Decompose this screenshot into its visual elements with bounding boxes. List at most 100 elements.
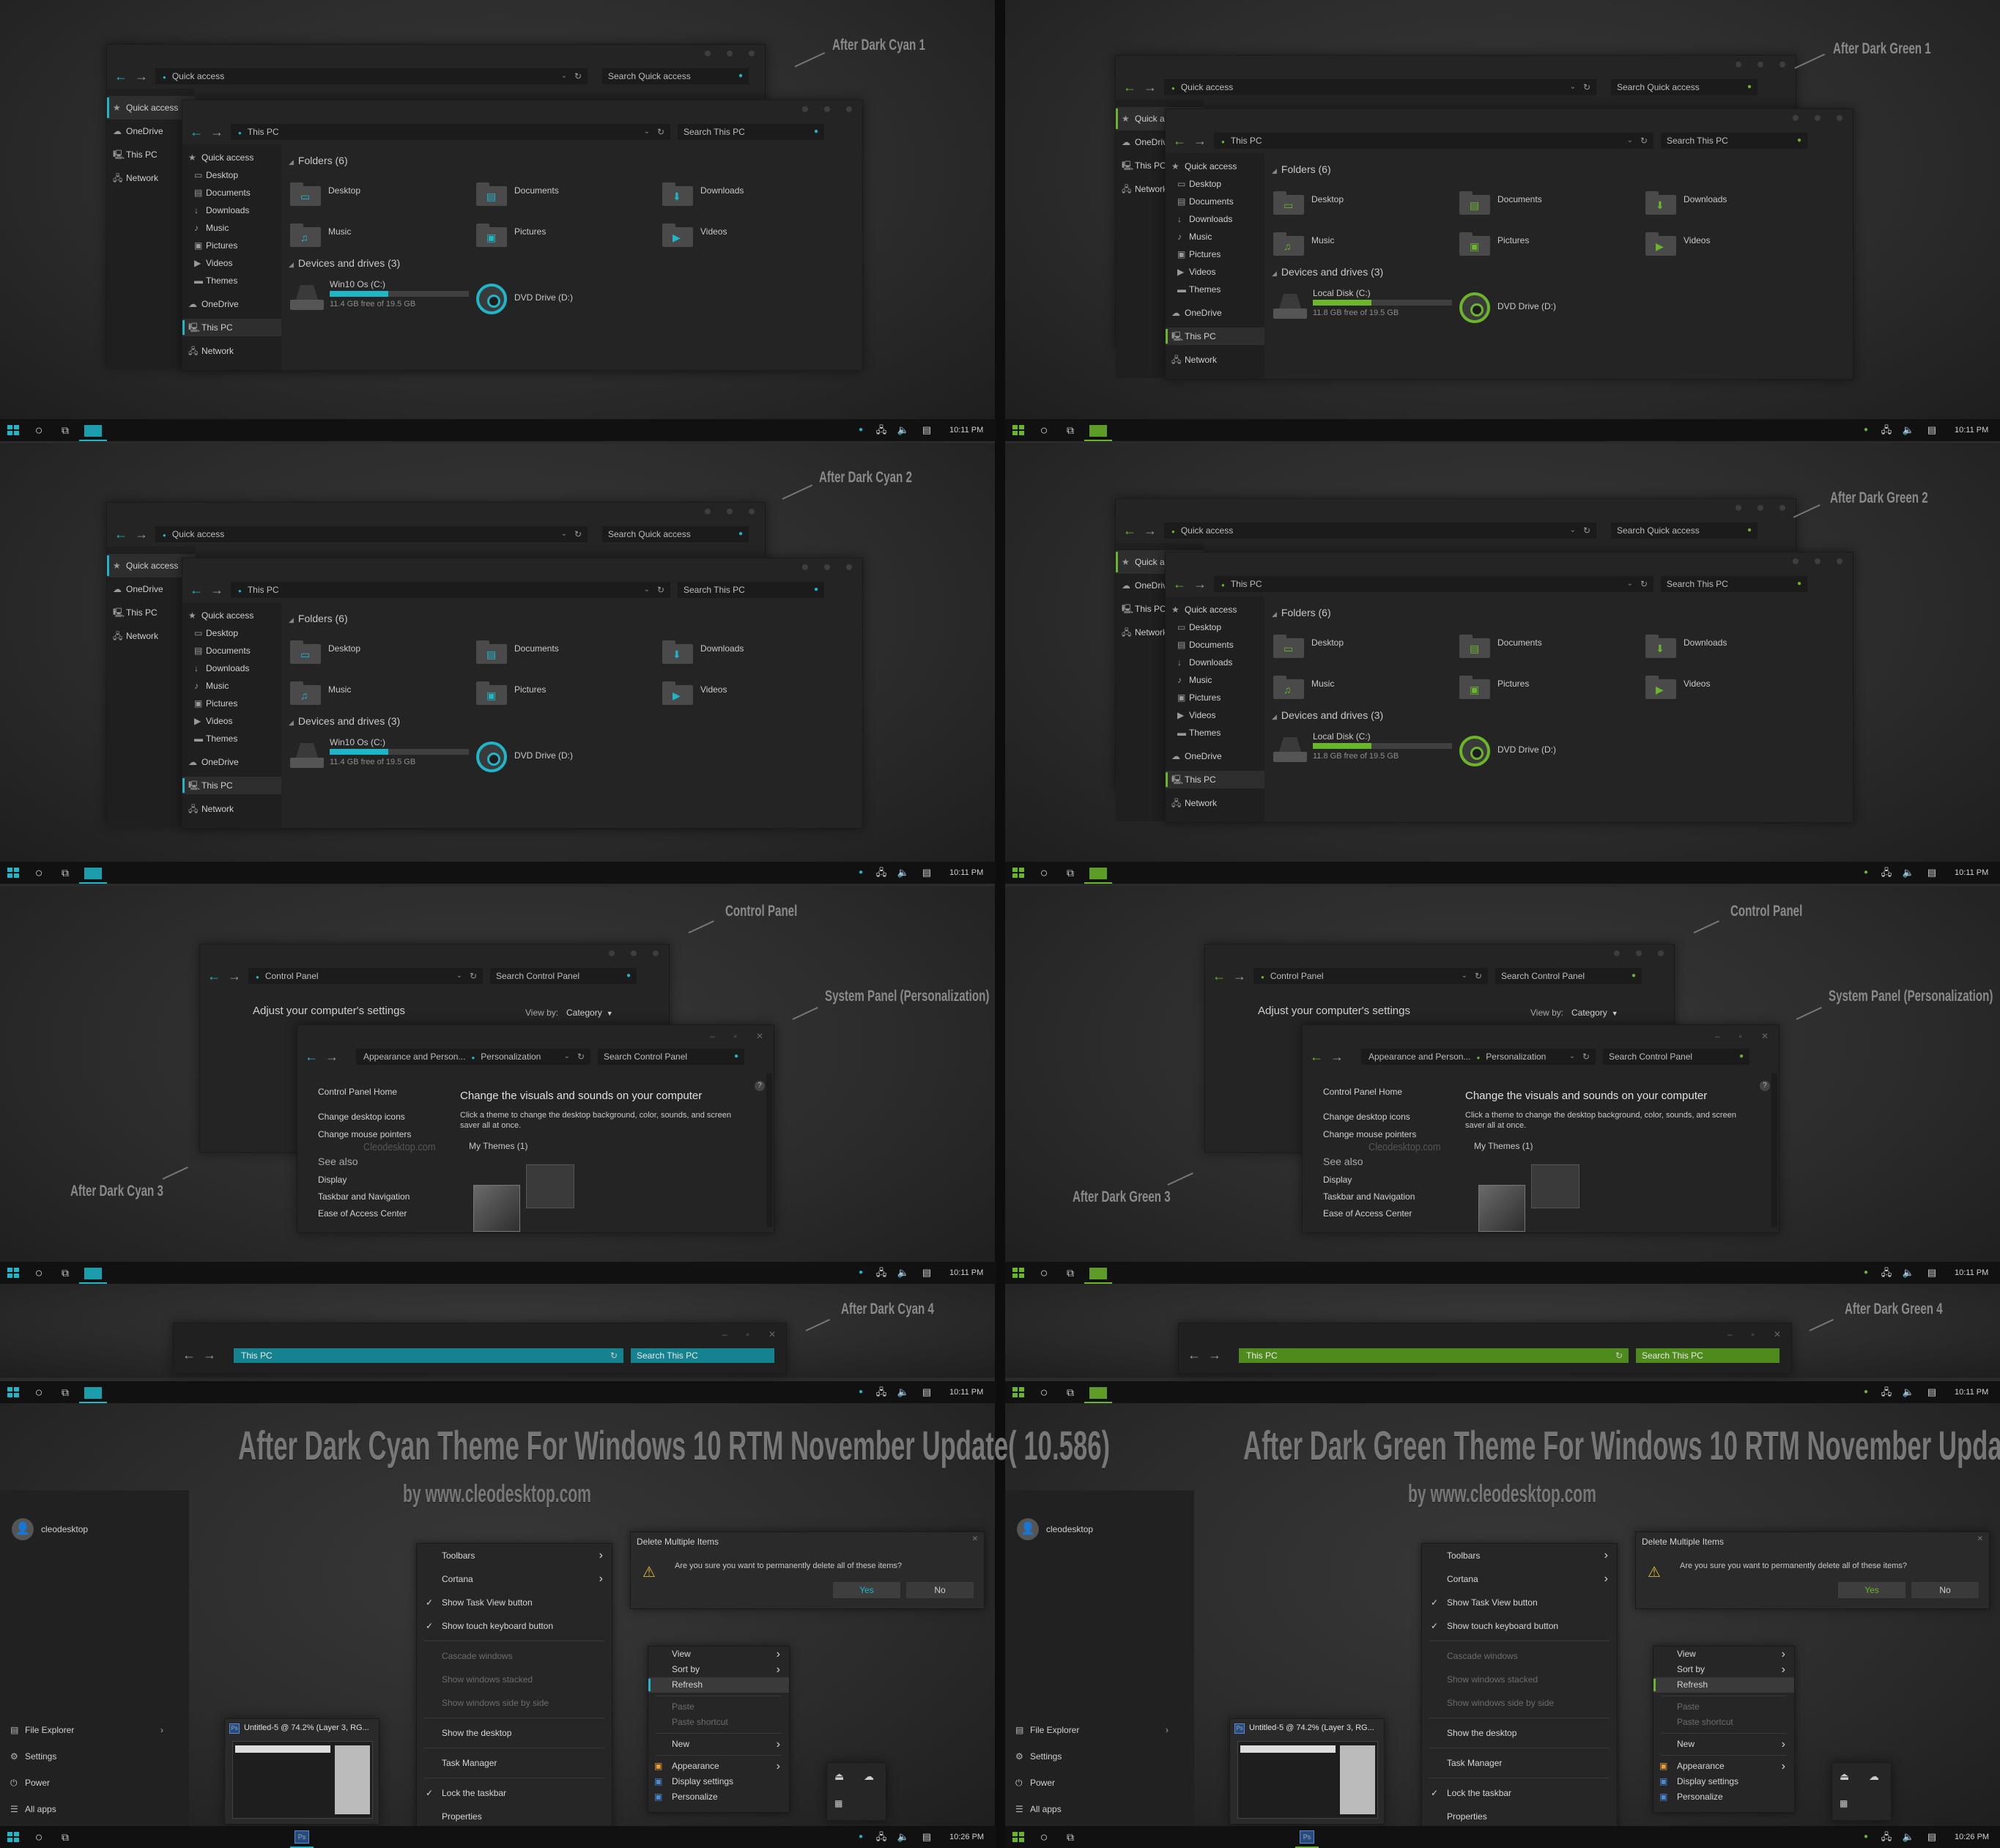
scrollbar[interactable]: [766, 1073, 772, 1227]
back-arrow-icon[interactable]: ←: [1212, 964, 1226, 988]
minimize-button[interactable]: –: [722, 1329, 727, 1339]
usb-icon[interactable]: ⏏: [1840, 1770, 1849, 1783]
maximize-button[interactable]: [824, 564, 830, 570]
maximize-button[interactable]: ▫: [1752, 1329, 1755, 1339]
file-explorer-taskbar-icon[interactable]: [1084, 1262, 1112, 1284]
nav-item-onedrive[interactable]: ☁ OneDrive: [182, 295, 281, 313]
menu-item-show-windows-stacked[interactable]: Show windows stacked: [1422, 1668, 1617, 1691]
menu-item-refresh[interactable]: Refresh: [1653, 1677, 1794, 1693]
menu-item-appearance[interactable]: ▣ Appearance ›: [1653, 1759, 1794, 1774]
folder-videos[interactable]: ▶ Videos: [662, 221, 845, 253]
chevron-down-icon[interactable]: ⌄: [1570, 522, 1576, 539]
menu-item-paste[interactable]: Paste: [1653, 1699, 1794, 1715]
network-icon[interactable]: 🖧: [1875, 1381, 1897, 1403]
no-button[interactable]: No: [1911, 1582, 1979, 1598]
address-bar[interactable]: ● Control Panel ⌄ ↻: [1253, 968, 1488, 984]
personalization-window[interactable]: – ▫ ✕ ← → Appearance and Person... ● Personaliz…: [297, 1024, 774, 1233]
minimize-button[interactable]: –: [1715, 1031, 1720, 1041]
folder-documents[interactable]: ▤ Documents: [476, 180, 659, 212]
close-button[interactable]: ✕: [756, 1031, 763, 1041]
volume-icon[interactable]: 🔈: [892, 1826, 914, 1848]
task-view-icon[interactable]: ⧉: [1059, 1381, 1081, 1403]
side-link[interactable]: Change desktop icons: [318, 1112, 405, 1122]
collapse-triangle-icon[interactable]: ◢: [1272, 610, 1277, 618]
network-icon[interactable]: 🖧: [1875, 862, 1897, 884]
folders-section-header[interactable]: ◢ Folders (6): [289, 155, 348, 166]
task-view-icon[interactable]: ⧉: [1059, 862, 1081, 884]
clock[interactable]: 10:26 PM: [949, 1826, 984, 1848]
chevron-down-icon[interactable]: ⌄: [1627, 133, 1633, 149]
taskbar[interactable]: ○ ⧉ ● 🖧 🔈 ▤ 10:11 PM: [0, 1381, 996, 1403]
chevron-up-icon[interactable]: ●: [850, 1262, 872, 1284]
start-windows-icon[interactable]: [1012, 1387, 1024, 1397]
collapse-triangle-icon[interactable]: ◢: [289, 261, 294, 268]
menu-item-refresh[interactable]: Refresh: [648, 1677, 789, 1693]
search-input[interactable]: Search Control Panel ●: [1495, 968, 1642, 984]
nav-item-this-pc[interactable]: 🖳 This PC: [1166, 771, 1264, 788]
nav-item-videos[interactable]: ▶ Videos: [182, 712, 281, 730]
clock[interactable]: 10:11 PM: [1955, 1262, 1988, 1284]
breadcrumb-item[interactable]: Appearance and Person...: [363, 1051, 465, 1062]
action-center-icon[interactable]: ▤: [1921, 862, 1943, 884]
address-bar[interactable]: ● Quick access ⌄ ↻: [1164, 522, 1596, 539]
taskbar[interactable]: ○ ⧉ ● 🖧 🔈 ▤ 10:11 PM: [1005, 1262, 2000, 1284]
network-icon[interactable]: 🖧: [1875, 419, 1897, 441]
nav-item-documents[interactable]: ▤ Documents: [182, 184, 281, 202]
back-arrow-icon[interactable]: ←: [1173, 572, 1186, 596]
cortana-circle-icon[interactable]: ○: [1033, 1262, 1055, 1284]
close-icon[interactable]: ✕: [972, 1535, 978, 1543]
forward-arrow-icon[interactable]: →: [203, 1347, 216, 1363]
menu-item-sort-by[interactable]: Sort by ›: [648, 1662, 789, 1677]
close-button[interactable]: [749, 509, 755, 514]
start-item-all-apps[interactable]: ☰ All apps: [1015, 1804, 1062, 1814]
menu-item-paste[interactable]: Paste: [648, 1699, 789, 1715]
see-also-link[interactable]: Ease of Access Center: [1323, 1208, 1412, 1219]
chevron-down-icon[interactable]: ⌄: [561, 526, 567, 542]
search-input[interactable]: Search Control Panel ●: [598, 1049, 744, 1065]
volume-icon[interactable]: 🔈: [1897, 1826, 1919, 1848]
side-link[interactable]: Change mouse pointers: [1323, 1129, 1416, 1139]
address-bar[interactable]: ● Quick access ⌄ ↻: [155, 526, 588, 542]
this-pc-window[interactable]: ← → ● This PC ⌄ ↻ Search This PC ● ★ Quick access…: [182, 558, 863, 829]
dvd-drive[interactable]: DVD Drive (D:): [1459, 289, 1577, 326]
nav-item-themes[interactable]: ▬ Themes: [182, 272, 281, 289]
menu-item-properties[interactable]: Properties: [1422, 1805, 1617, 1828]
side-link[interactable]: Change desktop icons: [1323, 1112, 1410, 1122]
nav-item-quick-access[interactable]: ★ Quick access: [182, 607, 281, 624]
back-arrow-icon[interactable]: ←: [114, 64, 127, 89]
maximize-button[interactable]: ▫: [747, 1329, 749, 1339]
this-pc-window[interactable]: ← → ● This PC ⌄ ↻ Search This PC ● ★ Quick access…: [182, 100, 863, 371]
minimize-button[interactable]: [1614, 950, 1620, 956]
folder-pictures[interactable]: ▣ Pictures: [1459, 673, 1642, 705]
task-view-icon[interactable]: ⧉: [54, 862, 76, 884]
task-view-icon[interactable]: ⧉: [54, 1826, 76, 1848]
nav-item-desktop[interactable]: ▭ Desktop: [182, 166, 281, 184]
close-button[interactable]: ✕: [1774, 1329, 1781, 1339]
start-windows-icon[interactable]: [1012, 868, 1024, 878]
network-icon[interactable]: 🖧: [870, 419, 892, 441]
taskbar-thumbnail-preview[interactable]: Ps Untitled-5 @ 74.2% (Layer 3, RG...: [1229, 1718, 1385, 1825]
forward-arrow-icon[interactable]: →: [210, 577, 223, 602]
minimize-button[interactable]: [705, 51, 711, 56]
volume-icon[interactable]: 🔈: [892, 419, 914, 441]
volume-icon[interactable]: 🔈: [892, 1381, 914, 1403]
action-center-icon[interactable]: ▤: [916, 1262, 938, 1284]
clock[interactable]: 10:11 PM: [1955, 1381, 1988, 1403]
maximize-button[interactable]: [1758, 62, 1763, 67]
forward-arrow-icon[interactable]: →: [1144, 75, 1157, 100]
nav-item-themes[interactable]: ▬ Themes: [1166, 281, 1264, 298]
refresh-icon[interactable]: ↻: [577, 1049, 585, 1065]
see-also-link[interactable]: Taskbar and Navigation: [318, 1191, 410, 1202]
network-icon[interactable]: 🖧: [870, 1262, 892, 1284]
action-center-icon[interactable]: ▤: [916, 862, 938, 884]
menu-item-show-touch-keyboard-button[interactable]: ✓ Show touch keyboard button: [1422, 1614, 1617, 1638]
tray-app-icon[interactable]: ▦: [834, 1798, 842, 1808]
chevron-up-icon[interactable]: ●: [850, 1826, 872, 1848]
refresh-icon[interactable]: ↻: [574, 526, 582, 542]
file-explorer-taskbar-icon[interactable]: [79, 419, 107, 441]
volume-icon[interactable]: 🔈: [892, 1262, 914, 1284]
user-name[interactable]: cleodesktop: [1046, 1524, 1093, 1534]
maximize-button[interactable]: [824, 106, 830, 112]
search-input[interactable]: Search Quick access ●: [602, 68, 749, 84]
see-also-link[interactable]: Display: [318, 1175, 347, 1185]
